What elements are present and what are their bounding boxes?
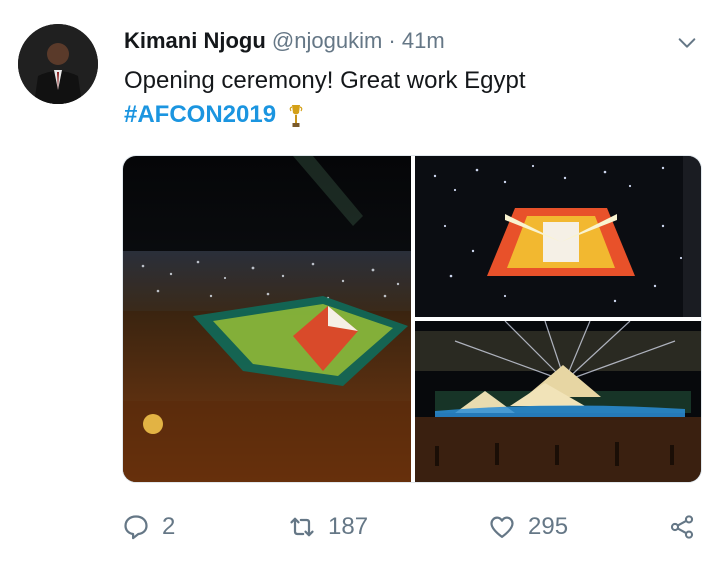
stadium-pyramid-image [123,156,411,482]
hashtag-line: #AFCON2019 [124,100,303,130]
display-name[interactable]: Kimani Njogu [124,28,266,53]
reply-icon [124,515,148,540]
tweet-header: Kimani Njogu @njogukim · 41m [124,28,445,54]
share-button[interactable] [668,505,696,549]
tweet-text: Opening ceremony! Great work Egypt [124,67,526,94]
media-grid[interactable] [122,155,702,483]
reply-button[interactable]: 2 [122,505,175,549]
separator-dot: · [388,28,396,53]
trophy-icon [289,104,303,127]
like-count: 295 [528,513,569,540]
chevron-down-icon[interactable] [676,32,698,54]
heart-icon [490,516,514,539]
user-handle[interactable]: @njogukim [272,28,382,53]
retweet-count: 187 [328,513,369,540]
photo-stadium-pyramid[interactable] [123,156,411,482]
like-button[interactable]: 295 [488,505,568,549]
tweet-actions: 2 187 295 [0,505,720,549]
pyramids-lights-image [415,321,701,482]
avatar-photo [18,24,98,104]
tweet-card[interactable]: Kimani Njogu @njogukim · 41m Opening cer… [0,0,720,575]
timestamp[interactable]: 41m [402,28,445,53]
retweet-icon [290,517,314,537]
photo-screen-display[interactable] [415,156,701,317]
reply-count: 2 [162,513,176,540]
hashtag-link[interactable]: #AFCON2019 [124,101,276,128]
share-icon [670,515,694,539]
photo-pyramids-lights[interactable] [415,321,701,482]
avatar[interactable] [18,24,98,104]
retweet-button[interactable]: 187 [288,505,368,549]
screen-display-image [415,156,701,317]
